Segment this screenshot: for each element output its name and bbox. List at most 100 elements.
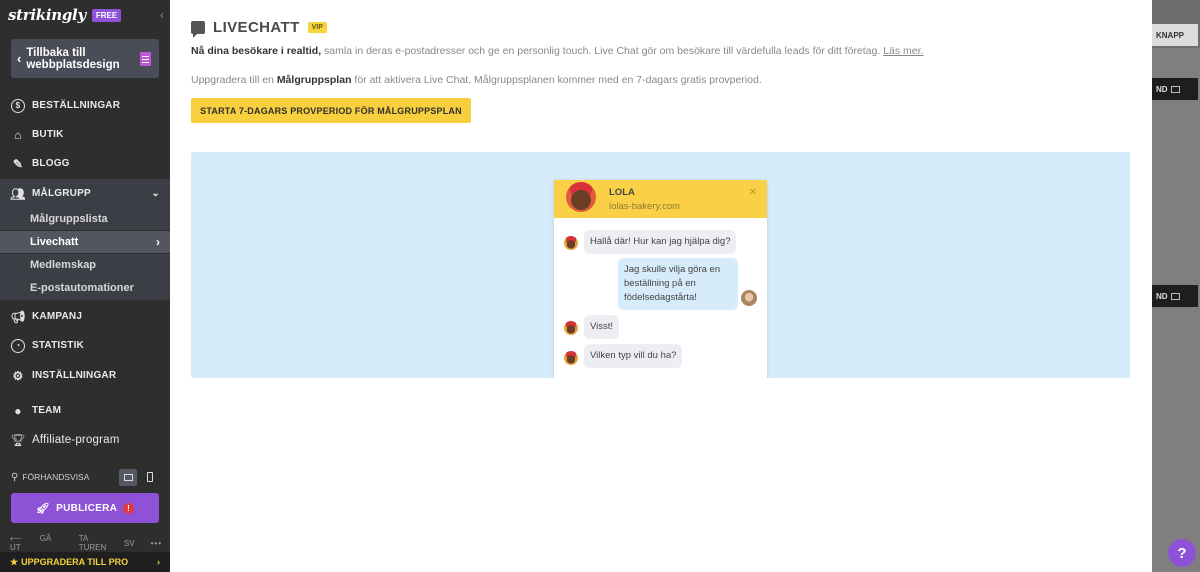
language-link[interactable]: SV: [124, 539, 135, 548]
nav-item-settings[interactable]: ⚙ INSTÄLLNINGAR: [0, 361, 170, 390]
description-bold: Nå dina besökare i realtid,: [191, 45, 322, 57]
chevron-right-icon: ›: [156, 235, 160, 249]
nav-label: KAMPANJ: [32, 311, 83, 322]
preview-row: ⚲ FÖRHANDSVISA: [11, 467, 159, 487]
page-title: LIVECHATT: [213, 19, 300, 36]
livechat-preview: LOLA lolas-bakery.com ✕ Hallå där! Hur k…: [191, 152, 1130, 378]
arrow-left-icon: ⟵: [10, 534, 22, 543]
logo-row: strikingly FREE ‹: [0, 0, 170, 30]
sub-item-email-automations[interactable]: E-postautomationer: [0, 276, 170, 300]
nav-item-audience[interactable]: 👥︎ MÅLGRUPP ⌄: [0, 179, 170, 208]
description-text: samla in deras e-postadresser och ge en …: [321, 45, 884, 57]
chat-message: Visst!: [584, 315, 620, 339]
sub-item-label: Medlemskap: [30, 259, 97, 271]
nav-label: BLOGG: [32, 158, 70, 169]
learn-more-link[interactable]: Läs mer.: [883, 45, 923, 57]
upgrade-label: UPPGRADERA TILL PRO: [21, 557, 129, 567]
nav-label: MÅLGRUPP: [32, 188, 91, 199]
description: Nå dina besökare i realtid, samla in der…: [191, 45, 923, 57]
agent-site: lolas-bakery.com: [609, 200, 681, 212]
collapse-sidebar-icon[interactable]: ‹: [160, 8, 164, 22]
sub-item-label: E-postautomationer: [30, 282, 134, 294]
pen-icon: ✎: [12, 156, 24, 171]
chat-message-user: Jag skulle vilja göra en beställning på …: [618, 258, 738, 310]
tour-link[interactable]: TA TUREN: [79, 534, 108, 552]
nav-label: BUTIK: [32, 129, 64, 140]
background-control: ND: [1152, 78, 1198, 100]
nav-item-statistics[interactable]: ◔ STATISTIK: [0, 331, 170, 360]
more-icon[interactable]: •••: [151, 539, 162, 548]
agent-avatar: [564, 236, 578, 250]
publish-label: PUBLICERA: [56, 502, 118, 514]
audience-icon: 👥︎: [10, 186, 26, 201]
message-line: Jag skulle vilja göra en: [624, 264, 721, 275]
upgrade-description: Uppgradera till en Målgruppsplan för att…: [191, 74, 762, 86]
control-label: KNAPP: [1156, 30, 1185, 40]
chevron-right-icon: ›: [157, 557, 160, 567]
title-row: LIVECHATT VIP: [191, 19, 327, 38]
plan-badge: FREE: [91, 8, 122, 22]
nav-item-affiliate[interactable]: 🏆︎ Affiliate-program: [0, 425, 170, 454]
start-trial-button[interactable]: STARTA 7-DAGARS PROVPERIOD FÖR MÅLGRUPPS…: [191, 98, 471, 123]
gear-icon: ⚙: [12, 368, 24, 383]
sub-item-label: Livechatt: [30, 236, 79, 248]
nav-label: TEAM: [32, 405, 62, 416]
logo: strikingly: [8, 6, 86, 24]
desktop-preview-icon[interactable]: [119, 468, 137, 486]
nav-label: BESTÄLLNINGAR: [32, 100, 121, 111]
chat-message: Vilken typ vill du ha?: [584, 344, 683, 368]
avatar: [566, 182, 596, 212]
nav-item-orders[interactable]: $ BESTÄLLNINGAR: [0, 91, 170, 120]
upgrade-pro-bar[interactable]: ★ UPPGRADERA TILL PRO ›: [0, 552, 170, 572]
team-icon: ●: [14, 403, 22, 418]
megaphone-icon: 📢︎: [10, 309, 26, 324]
message-line: beställning på en: [624, 278, 696, 289]
chevron-down-icon: ⌄: [151, 188, 160, 199]
chevron-left-icon: ‹: [17, 51, 22, 66]
chat-header: LOLA lolas-bakery.com ✕: [554, 180, 767, 218]
back-to-site-design-button[interactable]: ‹ Tillbaka till webbplatsdesign: [11, 39, 159, 78]
rocket-icon: 🚀︎: [35, 502, 51, 515]
close-icon: ✕: [748, 187, 757, 198]
agent-name: LOLA: [609, 186, 635, 198]
vip-badge: VIP: [307, 22, 327, 33]
sub-item-livechat[interactable]: Livechatt ›: [0, 231, 170, 253]
nav-label: STATISTIK: [32, 340, 84, 351]
editor-background: KNAPP ND ND: [1152, 0, 1200, 572]
mobile-preview-icon[interactable]: [141, 469, 159, 486]
main-panel: LIVECHATT VIP Nå dina besökare i realtid…: [170, 0, 1152, 572]
nav-item-team[interactable]: ● TEAM: [0, 396, 170, 425]
image-icon: [1170, 85, 1180, 93]
store-icon: ⌂: [14, 127, 22, 142]
search-icon: ⚲: [11, 471, 19, 483]
nav-item-campaign[interactable]: 📢︎ KAMPANJ: [0, 302, 170, 331]
control-label: ND: [1156, 84, 1168, 94]
chat-widget: LOLA lolas-bakery.com ✕ Hallå där! Hur k…: [554, 180, 767, 378]
publish-button[interactable]: 🚀︎ PUBLICERA !: [11, 493, 159, 523]
image-icon: [1170, 292, 1180, 300]
exit-link[interactable]: ⟵ GÅ UT: [10, 534, 63, 552]
message-line: födelsedagstårta!: [624, 292, 697, 303]
sub-item-audience-list[interactable]: Målgruppslista: [0, 208, 170, 230]
upgrade-text-pre: Uppgradera till en: [191, 74, 277, 86]
background-control: ND: [1152, 285, 1198, 307]
nav-item-blog[interactable]: ✎ BLOGG: [0, 149, 170, 178]
alert-icon: !: [123, 502, 135, 514]
user-avatar: [741, 290, 757, 306]
dollar-circle-icon: $: [11, 98, 25, 113]
control-label: ND: [1156, 291, 1168, 301]
preview-label[interactable]: FÖRHANDSVISA: [22, 472, 89, 482]
upgrade-text-bold: Målgruppsplan: [276, 74, 352, 86]
page-icon: [140, 51, 151, 66]
agent-avatar: [564, 351, 578, 365]
help-button[interactable]: ?: [1168, 539, 1196, 567]
nav-label: INSTÄLLNINGAR: [32, 370, 117, 381]
sub-item-membership[interactable]: Medlemskap: [0, 254, 170, 276]
chat-message: Hallå där! Hur kan jag hjälpa dig?: [584, 230, 737, 254]
bottom-links: ⟵ GÅ UT TA TUREN SV •••: [10, 534, 162, 552]
nav-item-store[interactable]: ⌂ BUTIK: [0, 120, 170, 149]
chart-icon: ◔: [11, 338, 25, 353]
add-button-control: KNAPP: [1152, 24, 1198, 46]
upgrade-text-post: för att aktivera Live Chat. Målgruppspla…: [351, 74, 762, 86]
back-button-label: Tillbaka till webbplatsdesign: [26, 46, 120, 71]
